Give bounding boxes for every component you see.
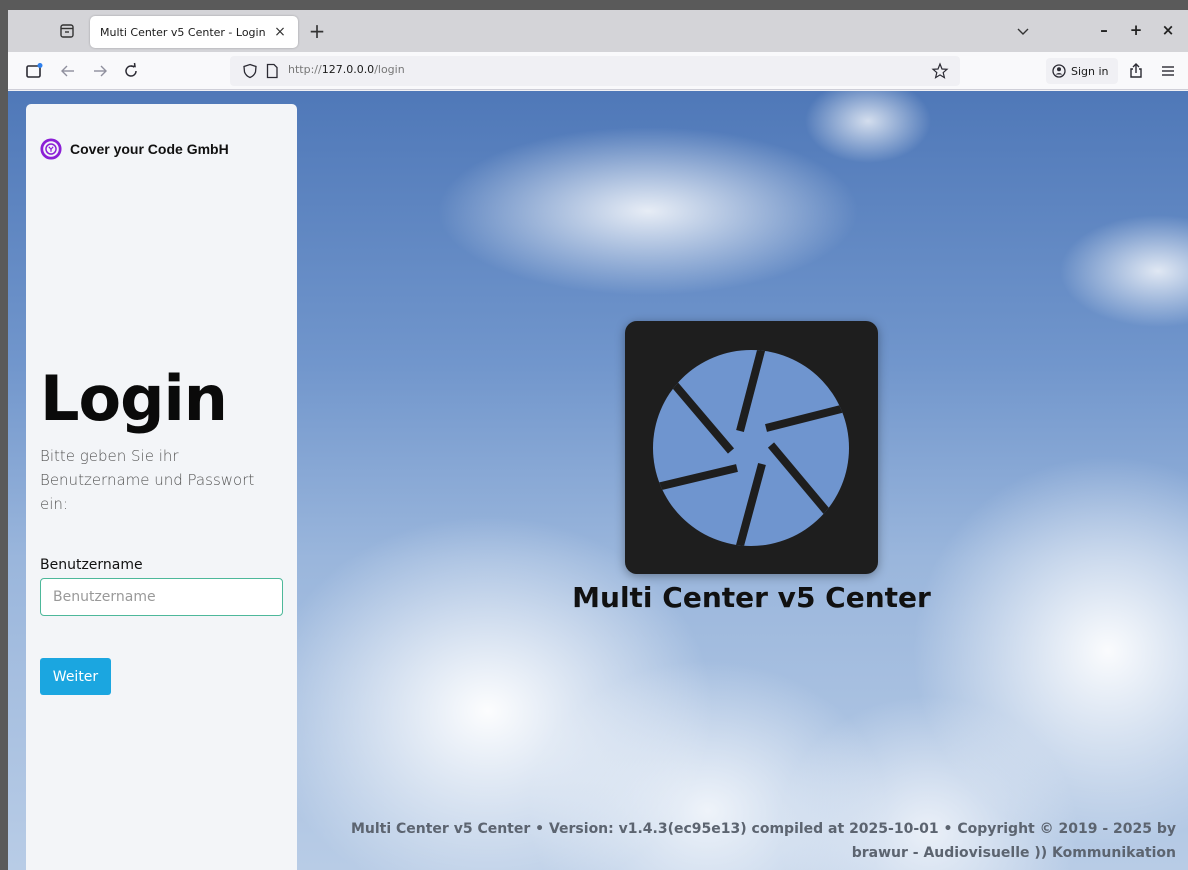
brand-name: Cover your Code GmbH — [70, 141, 229, 157]
shield-icon[interactable] — [240, 61, 260, 81]
tab-close-icon[interactable]: × — [272, 24, 288, 40]
brand-logo-icon — [40, 138, 62, 160]
bookmark-star-icon[interactable] — [930, 61, 950, 81]
username-label: Benutzername — [40, 557, 143, 573]
maximize-button[interactable]: + — [1126, 20, 1146, 40]
sign-in-button[interactable]: Sign in — [1046, 58, 1118, 84]
tab-title: Multi Center v5 Center - Login — [100, 25, 266, 39]
forward-icon[interactable] — [90, 61, 110, 81]
tab-list-icon[interactable] — [56, 20, 78, 42]
menu-icon[interactable] — [1158, 61, 1178, 81]
account-icon — [1052, 64, 1066, 78]
continue-button[interactable]: Weiter — [40, 658, 111, 695]
brand: Cover your Code GmbH — [40, 138, 229, 160]
url-scheme: http:// — [288, 63, 322, 76]
sidebar-toggle-icon[interactable] — [24, 61, 44, 81]
page-title: Login — [40, 362, 228, 435]
share-icon[interactable] — [1126, 61, 1146, 81]
username-input[interactable] — [40, 578, 283, 616]
login-description: Bitte geben Sie ihr Benutzername und Pas… — [40, 447, 255, 513]
new-tab-button[interactable]: + — [306, 20, 328, 42]
reload-icon[interactable] — [121, 61, 141, 81]
app-title: Multi Center v5 Center — [572, 581, 931, 614]
sign-in-label: Sign in — [1071, 64, 1109, 78]
aperture-icon — [653, 350, 849, 546]
app-logo — [625, 321, 878, 574]
chevron-down-icon[interactable] — [1014, 22, 1032, 40]
url-path: /login — [374, 63, 405, 76]
tab-active[interactable]: Multi Center v5 Center - Login × — [90, 16, 298, 48]
browser-window: Multi Center v5 Center - Login × + – + × — [8, 10, 1188, 870]
url-bar[interactable]: http://127.0.0.0/login — [230, 56, 960, 86]
login-sidebar: Cover your Code GmbH Login Bitte geben S… — [26, 104, 297, 870]
footer-version-text: Multi Center v5 Center • Version: v1.4.3… — [350, 821, 1176, 861]
close-window-button[interactable]: × — [1158, 20, 1178, 40]
navigation-bar: http://127.0.0.0/login Sign in — [8, 52, 1188, 90]
login-page: Cover your Code GmbH Login Bitte geben S… — [8, 91, 1188, 870]
url-text[interactable]: http://127.0.0.0/login — [288, 63, 405, 76]
back-icon[interactable] — [58, 61, 78, 81]
minimize-button[interactable]: – — [1094, 20, 1114, 40]
page-icon[interactable] — [262, 61, 282, 81]
tab-bar: Multi Center v5 Center - Login × + – + × — [8, 10, 1188, 52]
url-host: 127.0.0.0 — [321, 63, 375, 76]
